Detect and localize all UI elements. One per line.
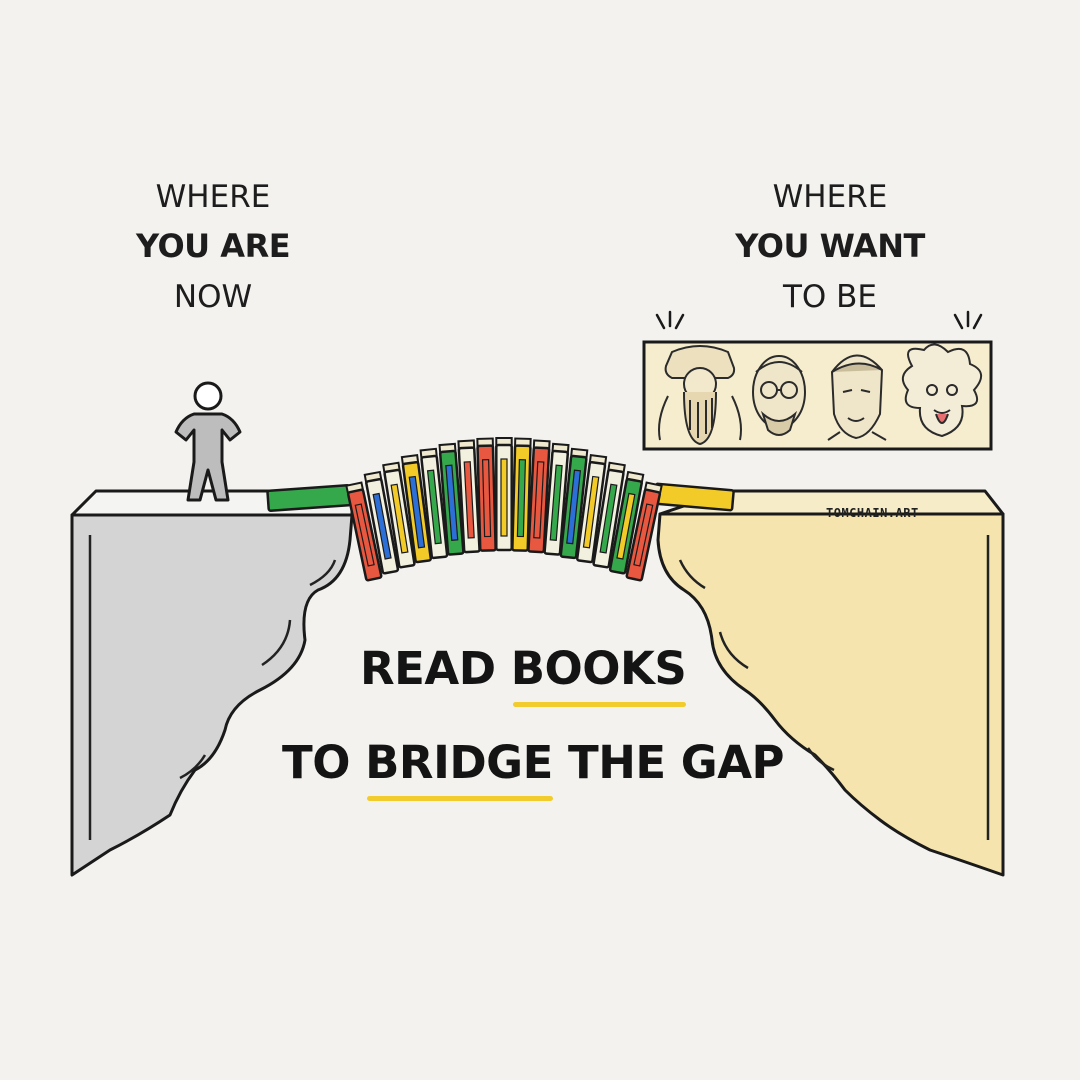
headline-text-read: READ [360, 642, 511, 695]
right-label-line2: YOU WANT [735, 227, 925, 265]
headline-line1: READ BOOKS [360, 642, 687, 707]
headline-line2: TO BRIDGE THE GAP [282, 736, 785, 801]
headline-text-books: BOOKS [510, 642, 687, 707]
book-flat-right [653, 482, 735, 512]
left-label-line2: YOU ARE [135, 227, 291, 265]
headline-text-the-gap: THE GAP [552, 736, 785, 789]
book [495, 437, 513, 552]
left-label-line1: WHERE [155, 179, 271, 215]
illustration [70, 310, 1005, 877]
book-flat-left [266, 484, 352, 512]
headline-text-to: TO [282, 736, 366, 789]
left-cliff [70, 489, 354, 877]
right-label-line1: WHERE [772, 179, 888, 215]
person-icon [174, 381, 242, 502]
right-label-line3: TO BE [782, 279, 878, 315]
credit-label: TOMCHAIN.ART [826, 506, 919, 520]
headline-text-bridge: BRIDGE [365, 736, 553, 801]
book [511, 437, 532, 552]
book [476, 437, 497, 552]
right-cliff [656, 489, 1005, 877]
portrait-frame [642, 310, 993, 451]
left-label-line3: NOW [173, 279, 253, 315]
